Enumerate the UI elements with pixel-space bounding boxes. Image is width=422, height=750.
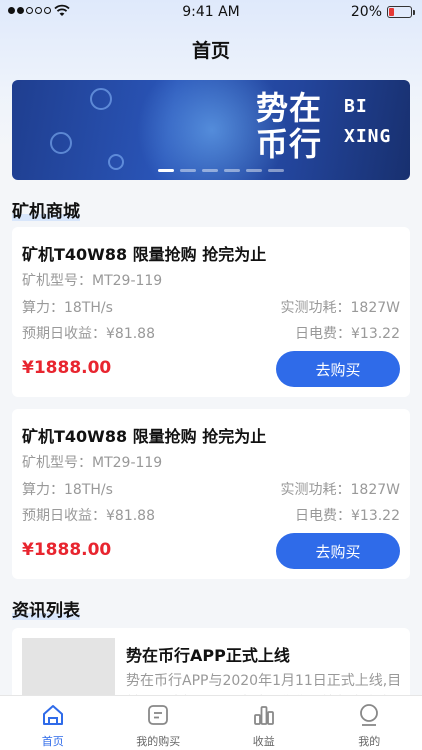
banner-link-icon bbox=[90, 88, 112, 110]
tab-label: 收益 bbox=[252, 735, 275, 748]
product-card[interactable]: 矿机T40W88 限量抢购 抢完为止 矿机型号：MT29-119 算力：18TH… bbox=[12, 409, 410, 579]
tab-label: 我的购买 bbox=[136, 735, 181, 748]
banner-subtitle: BI XING bbox=[344, 96, 392, 147]
product-hashrate: 算力：18TH/s bbox=[22, 482, 113, 498]
carousel-indicator bbox=[158, 169, 284, 172]
product-price: ¥1888.00 bbox=[22, 540, 112, 560]
buy-button[interactable]: 去购买 bbox=[276, 533, 400, 569]
product-card[interactable]: 矿机T40W88 限量抢购 抢完为止 矿机型号：MT29-119 算力：18TH… bbox=[12, 227, 410, 397]
buy-button[interactable]: 去购买 bbox=[276, 351, 400, 387]
status-bar: 9:41 AM 20% bbox=[0, 0, 422, 24]
product-daily-fee: 日电费：¥13.22 bbox=[295, 326, 400, 342]
banner-carousel[interactable]: 势在币行 BI XING bbox=[12, 80, 410, 180]
page-title: 首页 bbox=[191, 40, 230, 62]
bottom-tab-bar: 首页 我的购买 收益 我的 bbox=[0, 695, 422, 750]
banner-title: 势在币行 bbox=[256, 89, 323, 163]
tab-my-purchases[interactable]: 我的购买 bbox=[106, 696, 212, 750]
carousel-dot[interactable] bbox=[180, 169, 196, 172]
product-daily-income: 预期日收益：¥81.88 bbox=[22, 326, 155, 342]
product-daily-income: 预期日收益：¥81.88 bbox=[22, 508, 155, 524]
carousel-dot[interactable] bbox=[224, 169, 240, 172]
banner-lock-icon bbox=[50, 132, 72, 154]
carousel-dot[interactable] bbox=[158, 169, 174, 172]
news-section-title: 资讯列表 bbox=[12, 601, 80, 621]
tab-label: 首页 bbox=[41, 735, 64, 748]
product-name: 矿机T40W88 限量抢购 抢完为止 bbox=[22, 245, 267, 264]
product-model: 矿机型号：MT29-119 bbox=[22, 273, 163, 289]
product-model: 矿机型号：MT29-119 bbox=[22, 455, 163, 471]
profile-icon bbox=[360, 704, 379, 726]
product-power: 实测功耗：1827W bbox=[280, 482, 400, 498]
carousel-dot[interactable] bbox=[202, 169, 218, 172]
tab-profile[interactable]: 我的 bbox=[317, 696, 422, 750]
carousel-dot[interactable] bbox=[246, 169, 262, 172]
home-icon bbox=[42, 705, 63, 725]
tab-label: 我的 bbox=[358, 735, 381, 748]
product-price: ¥1888.00 bbox=[22, 358, 112, 378]
shop-section-title: 矿机商城 bbox=[12, 202, 80, 222]
battery-percentage: 20% bbox=[350, 4, 382, 20]
battery-icon bbox=[387, 6, 415, 18]
carousel-dot[interactable] bbox=[268, 169, 284, 172]
product-daily-fee: 日电费：¥13.22 bbox=[295, 508, 400, 524]
tab-home[interactable]: 首页 bbox=[0, 696, 106, 750]
product-hashrate: 算力：18TH/s bbox=[22, 300, 113, 316]
banner-globe-icon bbox=[108, 154, 124, 170]
news-title: 势在币行APP正式上线 bbox=[126, 646, 290, 665]
earnings-icon bbox=[253, 706, 274, 725]
product-name: 矿机T40W88 限量抢购 抢完为止 bbox=[22, 427, 267, 446]
product-power: 实测功耗：1827W bbox=[280, 300, 400, 316]
purchases-icon bbox=[148, 705, 169, 725]
tab-earnings[interactable]: 收益 bbox=[211, 696, 317, 750]
